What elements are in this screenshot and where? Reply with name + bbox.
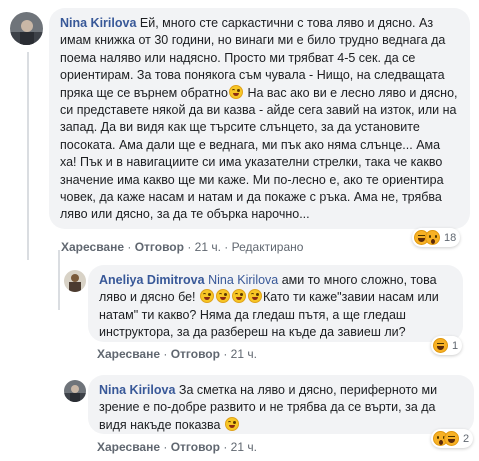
- comment-author[interactable]: Nina Kirilova: [99, 383, 175, 397]
- avatar-photo-icon: [64, 380, 86, 402]
- comment-actions: Харесване · Отговор · 21 ч. · Редактиран…: [61, 240, 303, 254]
- avatar-photo-icon: [10, 12, 43, 45]
- timestamp[interactable]: 21 ч.: [195, 240, 221, 254]
- comment-author[interactable]: Aneliya Dimitrova: [99, 273, 205, 287]
- timestamp[interactable]: 21 ч.: [231, 347, 257, 361]
- separator: ·: [163, 440, 168, 454]
- wow-emoji-icon: [425, 230, 440, 245]
- like-link[interactable]: Харесване: [97, 347, 160, 361]
- edited-label[interactable]: Редактирано: [232, 240, 304, 254]
- reactions-count: 2: [463, 432, 470, 445]
- laugh-emoji-icon: [433, 338, 448, 353]
- like-link[interactable]: Харесване: [97, 440, 160, 454]
- reactions-count: 1: [452, 339, 459, 352]
- avatar-photo-icon: [64, 270, 86, 292]
- thread-line: [27, 52, 29, 260]
- mention-link[interactable]: Nina Kirilova: [208, 273, 278, 287]
- comment-actions: Харесване · Отговор · 21 ч.: [97, 440, 257, 454]
- reactions-badge[interactable]: 18: [412, 228, 461, 247]
- comment-bubble: Nina Kirilova За сметка на ляво и дясно,…: [88, 375, 474, 434]
- comment-bubble: Nina Kirilova Ей, много сте саркастични …: [49, 8, 470, 229]
- reply-link[interactable]: Отговор: [171, 347, 220, 361]
- grin-emoji-icon: [224, 416, 239, 431]
- grin-emoji-icon: [229, 84, 243, 99]
- separator: ·: [163, 347, 168, 361]
- timestamp[interactable]: 21 ч.: [231, 440, 257, 454]
- comment-bubble: Aneliya Dimitrova Nina Kirilova ами то м…: [88, 265, 463, 342]
- comment-author[interactable]: Nina Kirilova: [60, 16, 136, 30]
- avatar[interactable]: [10, 12, 43, 45]
- avatar[interactable]: [64, 380, 86, 402]
- like-link[interactable]: Харесване: [61, 240, 124, 254]
- separator: ·: [187, 240, 192, 254]
- separator: ·: [223, 347, 228, 361]
- grin-emoji-icon: [200, 289, 214, 304]
- grin-emoji-icon: [216, 289, 230, 304]
- grin-emoji-icon: [248, 289, 262, 304]
- grin-emoji-icon: [232, 289, 246, 304]
- reply-link[interactable]: Отговор: [135, 240, 184, 254]
- reply-thread-line: [58, 250, 60, 310]
- reply-link[interactable]: Отговор: [171, 440, 220, 454]
- separator: ·: [127, 240, 132, 254]
- reactions-count: 18: [444, 231, 457, 244]
- comment-actions: Харесване · Отговор · 21 ч.: [97, 347, 257, 361]
- laugh-emoji-icon: [444, 431, 459, 446]
- reactions-badge[interactable]: 1: [431, 336, 463, 355]
- separator: ·: [224, 240, 229, 254]
- separator: ·: [223, 440, 228, 454]
- avatar[interactable]: [64, 270, 86, 292]
- reactions-badge[interactable]: 2: [431, 429, 474, 448]
- comment-text-continued: На вас ако ви е лесно ляво и дясно, си п…: [60, 85, 458, 222]
